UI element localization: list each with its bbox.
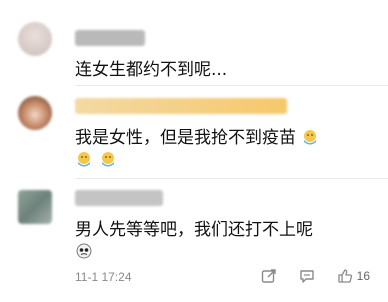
username-blurred[interactable]: [75, 98, 287, 114]
like-count: 16: [356, 269, 370, 283]
comment-text: 男人先等等吧，我们还打不上呢: [75, 220, 313, 240]
avatar[interactable]: [18, 190, 52, 224]
like-icon: [337, 269, 352, 283]
emoji-row: [75, 150, 117, 170]
comment-text: 连女生都约不到呢...: [75, 60, 228, 80]
comment-meta: 11-1 17:24 16: [75, 268, 370, 288]
like-button[interactable]: 16: [337, 268, 370, 284]
action-bar: 16: [239, 268, 370, 284]
avatar[interactable]: [18, 96, 52, 130]
comment-button[interactable]: [299, 268, 315, 284]
avatar[interactable]: [18, 22, 52, 56]
comment-icon: [299, 270, 314, 283]
emoji-icon: [75, 242, 93, 260]
divider: [75, 178, 388, 179]
username-blurred[interactable]: [75, 190, 163, 206]
comment-text: 我是女性，但是我抢不到疫苗: [75, 123, 319, 148]
share-button[interactable]: [261, 268, 277, 284]
share-icon: [261, 269, 276, 283]
username-blurred[interactable]: [75, 30, 145, 46]
emoji-icon: [75, 150, 93, 168]
comment-time: 11-1 17:24: [75, 270, 132, 284]
emoji-icon: [99, 150, 117, 168]
emoji-row: [75, 242, 93, 262]
comment-text-content: 我是女性，但是我抢不到疫苗: [75, 128, 296, 148]
divider: [75, 85, 388, 86]
emoji-icon: [301, 128, 319, 146]
